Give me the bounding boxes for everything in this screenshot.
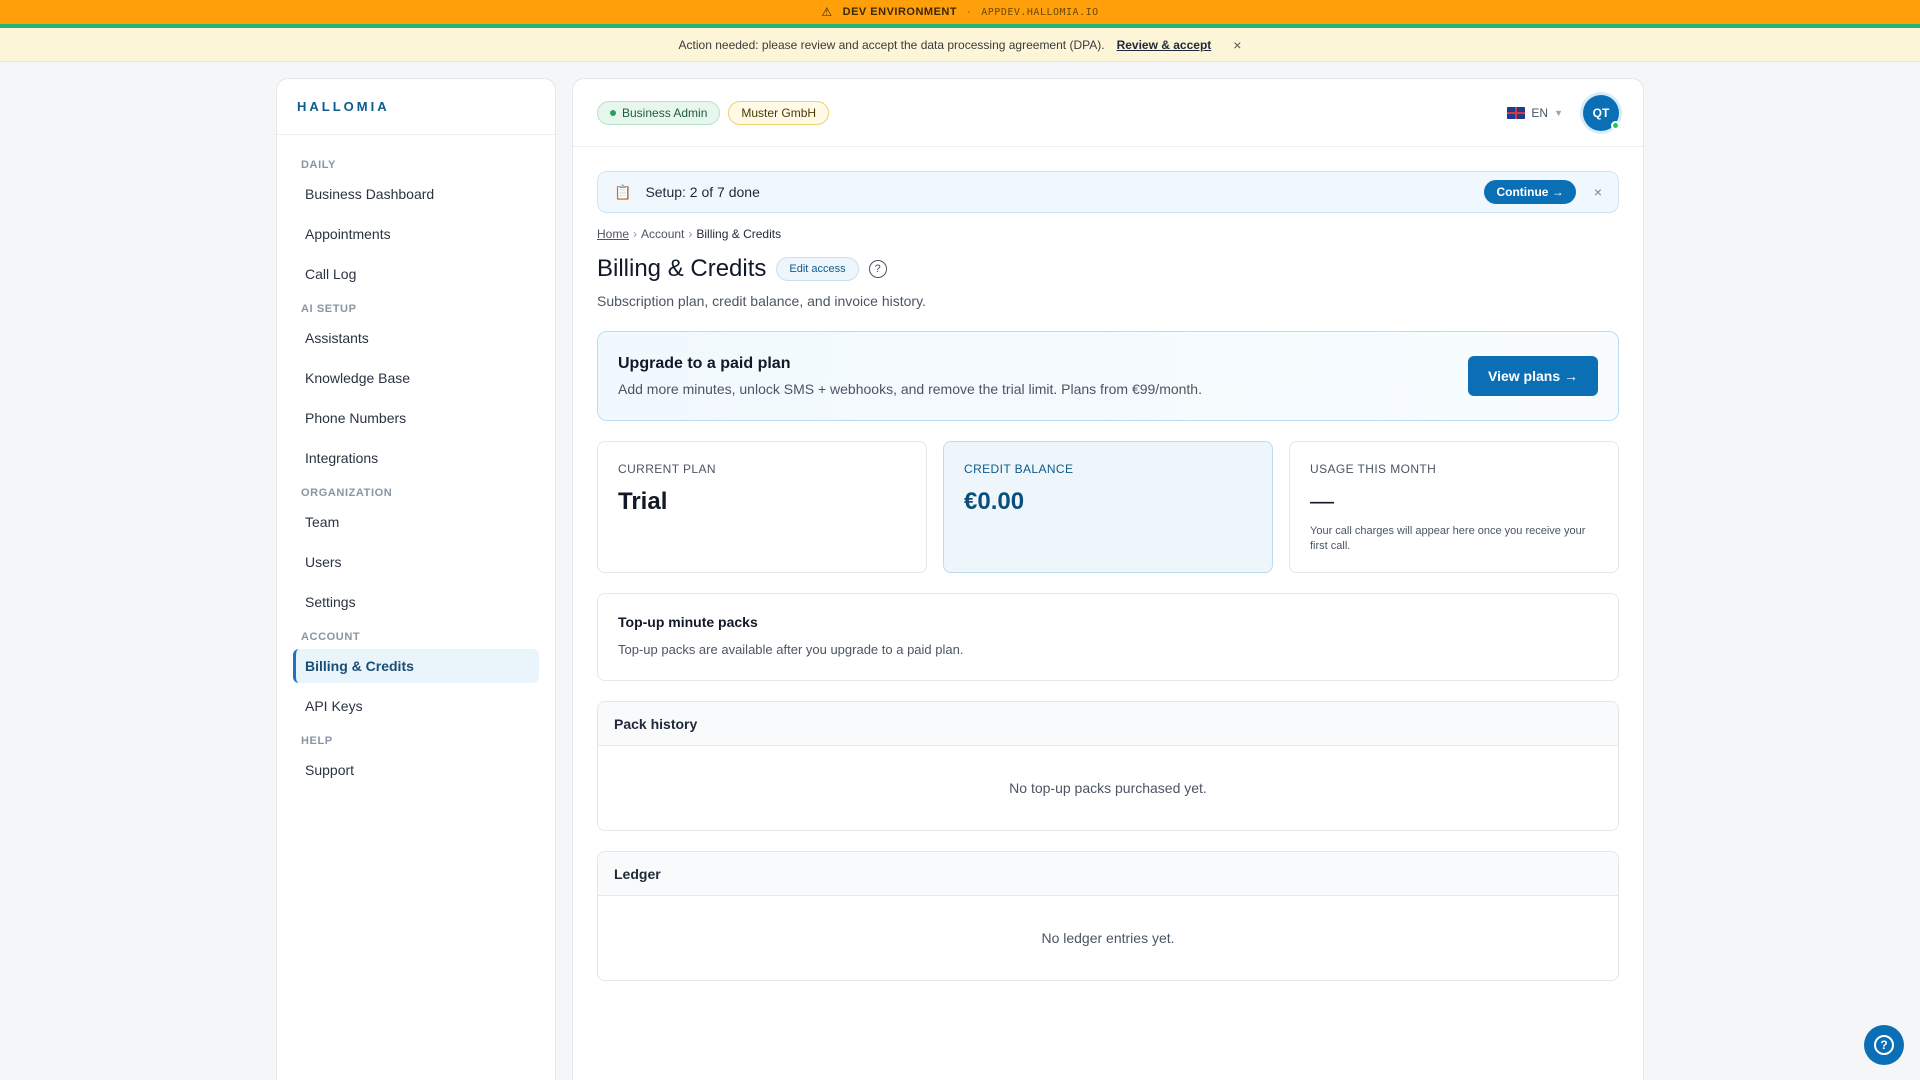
topup-description: Top-up packs are available after you upg… (618, 642, 964, 657)
top-bar: Business Admin Muster GmbH EN ▼ QT (573, 79, 1643, 147)
usage-note: Your call charges will appear here once … (1310, 525, 1586, 552)
sidebar-item-assistants[interactable]: Assistants (293, 321, 539, 355)
role-badge: Business Admin (597, 100, 721, 125)
nav-section-daily: DAILY (301, 159, 336, 171)
nav-section-ai-setup: AI SETUP (301, 303, 357, 315)
nav-section-help: HELP (301, 735, 333, 747)
page-title-row: Billing & Credits Edit access ? (597, 255, 1619, 283)
notice-close-icon[interactable]: × (1233, 37, 1241, 53)
sidebar-item-settings[interactable]: Settings (293, 585, 539, 619)
billing-summary-cards: CURRENT PLAN Trial CREDIT BALANCE €0.00 … (597, 441, 1619, 573)
current-plan-value: Trial (618, 488, 668, 515)
sidebar-item-team[interactable]: Team (293, 505, 539, 539)
dev-environment-label: DEV ENVIRONMENT (842, 6, 958, 18)
dev-environment-url: APPDEV.HALLOMIA.IO (981, 6, 1099, 18)
ledger-empty: No ledger entries yet. (1041, 930, 1175, 946)
avatar-initials: QT (1592, 105, 1610, 120)
dpa-notice-banner: Action needed: please review and accept … (0, 28, 1920, 62)
nav-section-account: ACCOUNT (301, 631, 361, 643)
breadcrumb-separator: › (633, 227, 638, 241)
review-accept-link[interactable]: Review & accept (1117, 38, 1212, 52)
page-content: 📋 Setup: 2 of 7 done Continue → × Home › A… (573, 147, 1643, 1005)
avatar[interactable]: QT (1583, 94, 1620, 131)
topup-packs-panel: Top-up minute packs Top-up packs are ava… (597, 593, 1619, 681)
ledger-title: Ledger (598, 852, 1618, 896)
brand-logo[interactable]: HALLOMIA (277, 79, 555, 135)
upgrade-banner: Upgrade to a paid plan Add more minutes,… (597, 331, 1619, 421)
breadcrumb-current: Billing & Credits (696, 227, 782, 241)
main-panel: Business Admin Muster GmbH EN ▼ QT 📋 Set… (572, 78, 1644, 1080)
sidebar-item-api-keys[interactable]: API Keys (293, 689, 539, 723)
setup-progress-banner: 📋 Setup: 2 of 7 done Continue → × (597, 171, 1619, 213)
online-status-icon (1611, 120, 1620, 130)
uk-flag-icon (1507, 106, 1526, 119)
sidebar-item-users[interactable]: Users (293, 545, 539, 579)
sidebar-item-billing-credits[interactable]: Billing & Credits (293, 649, 539, 683)
warning-icon: ⚠ (821, 5, 833, 19)
notice-text: Action needed: please review and accept … (678, 37, 1105, 52)
chevron-down-icon: ▼ (1554, 107, 1563, 118)
role-status-dot (610, 109, 616, 116)
credit-balance-label: CREDIT BALANCE (964, 462, 1074, 476)
setup-progress-text: Setup: 2 of 7 done (645, 184, 760, 200)
continue-setup-button[interactable]: Continue → (1484, 180, 1576, 204)
floating-help-button[interactable]: ? (1864, 1025, 1904, 1065)
ledger-panel: Ledger No ledger entries yet. (597, 851, 1619, 981)
breadcrumb-separator: › (688, 227, 693, 241)
clipboard-icon: 📋 (614, 183, 632, 200)
topup-title: Top-up minute packs (618, 614, 758, 630)
current-plan-card: CURRENT PLAN Trial (597, 441, 927, 573)
usage-card: USAGE THIS MONTH — Your call charges wil… (1289, 441, 1619, 573)
sidebar-item-appointments[interactable]: Appointments (293, 217, 539, 251)
credit-balance-card: CREDIT BALANCE €0.00 (943, 441, 1273, 573)
language-label: EN (1531, 105, 1549, 120)
nav-section-organization: ORGANIZATION (301, 487, 393, 499)
breadcrumb-home[interactable]: Home (597, 227, 629, 241)
role-badge-label: Business Admin (622, 105, 708, 120)
credit-balance-value: €0.00 (964, 488, 1025, 515)
organization-badge[interactable]: Muster GmbH (728, 100, 830, 125)
sidebar: HALLOMIA DAILY Business Dashboard Appoin… (276, 78, 556, 1080)
language-selector[interactable]: EN ▼ (1507, 106, 1563, 120)
help-circle-icon: ? (1874, 1035, 1894, 1055)
page-title: Billing & Credits (597, 255, 767, 282)
upgrade-title: Upgrade to a paid plan (618, 355, 791, 372)
view-plans-button[interactable]: View plans → (1468, 356, 1598, 396)
dev-environment-bar: ⚠ DEV ENVIRONMENT · APPDEV.HALLOMIA.IO (0, 0, 1920, 28)
devbar-separator: · (967, 6, 972, 18)
setup-close-icon[interactable]: × (1594, 184, 1602, 200)
help-icon[interactable]: ? (868, 260, 887, 278)
current-plan-label: CURRENT PLAN (618, 462, 716, 476)
edit-access-button[interactable]: Edit access (776, 257, 859, 281)
pack-history-empty: No top-up packs purchased yet. (1009, 780, 1207, 796)
upgrade-description: Add more minutes, unlock SMS + webhooks,… (618, 381, 1202, 397)
sidebar-item-business-dashboard[interactable]: Business Dashboard (293, 177, 539, 211)
sidebar-item-knowledge-base[interactable]: Knowledge Base (293, 361, 539, 395)
breadcrumb: Home › Account › Billing & Credits (597, 227, 1619, 241)
pack-history-title: Pack history (598, 702, 1618, 746)
pack-history-panel: Pack history No top-up packs purchased y… (597, 701, 1619, 831)
sidebar-nav: DAILY Business Dashboard Appointments Ca… (277, 135, 555, 805)
usage-label: USAGE THIS MONTH (1310, 462, 1437, 476)
usage-value: — (1310, 488, 1334, 515)
sidebar-item-integrations[interactable]: Integrations (293, 441, 539, 475)
page-subtitle: Subscription plan, credit balance, and i… (597, 293, 926, 309)
sidebar-item-support[interactable]: Support (293, 753, 539, 787)
sidebar-item-call-log[interactable]: Call Log (293, 257, 539, 291)
sidebar-item-phone-numbers[interactable]: Phone Numbers (293, 401, 539, 435)
breadcrumb-account[interactable]: Account (641, 227, 684, 241)
